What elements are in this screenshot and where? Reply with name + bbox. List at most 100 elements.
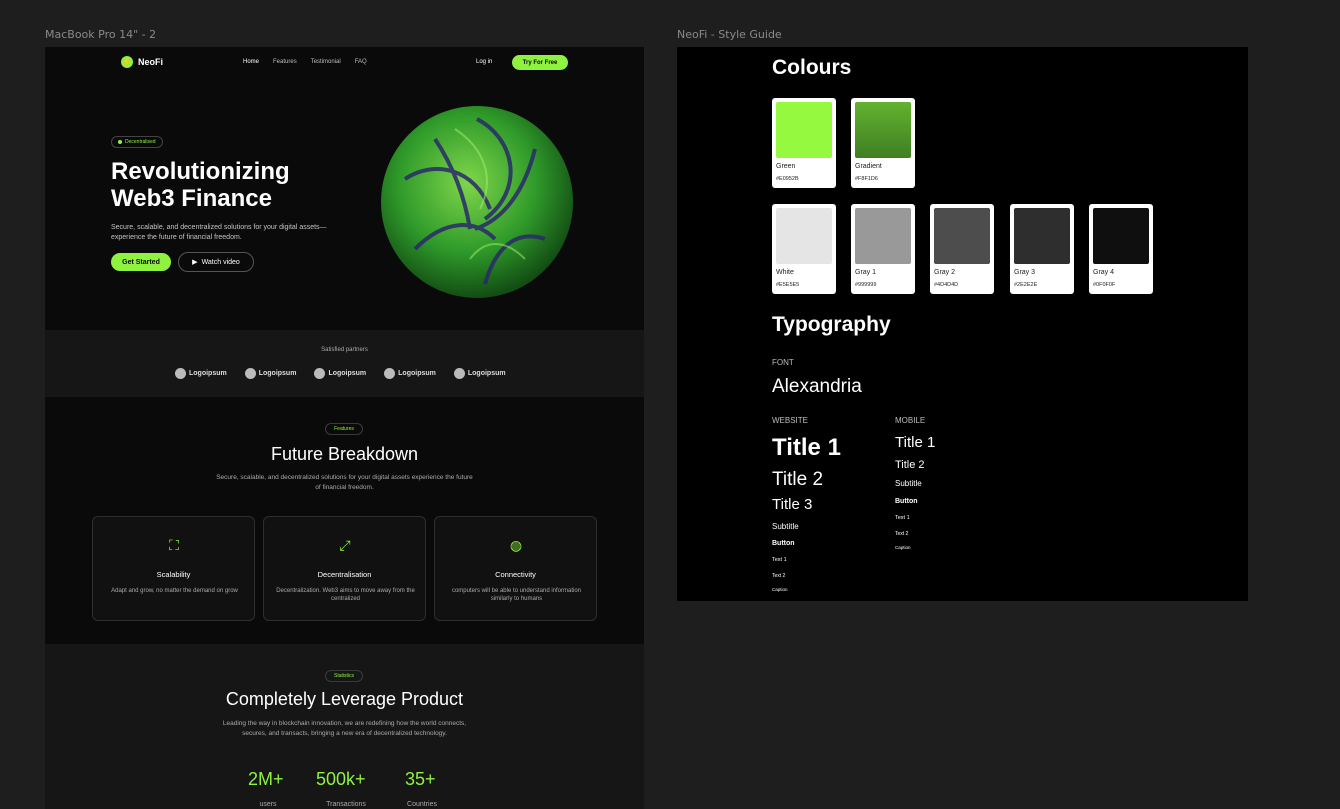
swatch-hex: #E5E5E5 <box>776 282 800 288</box>
swatch-gray-3[interactable]: Gray 3 #2E2E2E <box>1010 204 1074 294</box>
swatch-green[interactable]: Green #E0952B <box>772 98 836 188</box>
swatch-hex: #999999 <box>855 282 877 288</box>
partner-logo-text: Logoipsum <box>467 370 506 377</box>
mobile-button: Button <box>895 498 918 505</box>
features-pill: Features <box>325 423 363 435</box>
colours-heading: Colours <box>772 56 852 79</box>
typography-heading: Typography <box>772 313 891 336</box>
feature-card-desc: Adapt and grow, no matter the demand on … <box>111 588 238 594</box>
hero-subtitle: Secure, scalable, and decentralized solu… <box>111 224 327 241</box>
nav-links: Home Features Testimonial FAQ <box>243 59 367 65</box>
logoipsum-icon <box>314 368 326 379</box>
mobile-caption: Caption <box>895 545 911 550</box>
website-caption: Caption <box>772 587 788 592</box>
stat-value-countries: 35+ <box>405 769 436 789</box>
feature-card-decentralisation[interactable]: ⤢ Decentralisation Decentralization. Web… <box>263 516 426 621</box>
mobile-title-1: Title 1 <box>895 434 936 451</box>
stat-value-transactions: 500k+ <box>316 769 366 789</box>
globe-icon: ◍ <box>509 537 523 553</box>
watch-video-button[interactable]: ▶ Watch video <box>178 252 254 272</box>
logoipsum-icon <box>453 368 465 379</box>
feature-card-desc: computers will be able to understand inf… <box>451 588 582 602</box>
style-guide-frame[interactable]: Colours Green #E0952B Gradient #F8F1D6 W… <box>677 47 1248 601</box>
watch-video-label: Watch video <box>201 258 240 266</box>
swatch-gray-4[interactable]: Gray 4 #0F0F0F <box>1089 204 1153 294</box>
hero-title-line2: Web3 Finance <box>111 185 272 212</box>
partner-logo: Logoipsum <box>314 368 366 379</box>
website-text-2: Text 2 <box>772 573 786 579</box>
nav-link-features[interactable]: Features <box>273 59 297 65</box>
login-link[interactable]: Log in <box>476 59 492 65</box>
swatch-gradient[interactable]: Gradient #F8F1D6 <box>851 98 915 188</box>
play-icon: ▶ <box>192 259 198 266</box>
features-subtitle: Secure, scalable, and decentralized solu… <box>216 474 473 491</box>
hero-badge: Decentralised <box>111 136 163 148</box>
features-title: Future Breakdown <box>270 444 419 464</box>
website-button: Button <box>772 540 795 547</box>
navbar: ⚡ NeoFi Home Features Testimonial FAQ Lo… <box>45 47 644 79</box>
statistics-subtitle: Leading the way in blockchain innovation… <box>222 720 467 737</box>
swatch-name: Gray 2 <box>934 269 956 276</box>
statistics-section: Statistics Completely Leverage Product L… <box>45 644 644 809</box>
swatch-color <box>1093 208 1149 264</box>
feature-card-scalability[interactable]: ⛶ Scalability Adapt and grow, no matter … <box>92 516 255 621</box>
nav-link-testimonial[interactable]: Testimonial <box>311 59 341 65</box>
website-label: WEBSITE <box>772 416 809 425</box>
swatch-color <box>776 208 832 264</box>
swatch-name: Gradient <box>855 163 882 170</box>
logoipsum-icon <box>244 368 256 379</box>
hero-title: Revolutionizing Web3 Finance <box>111 158 341 212</box>
get-started-button[interactable]: Get Started <box>111 253 171 271</box>
website-subtitle: Subtitle <box>772 522 799 531</box>
website-title-1: Title 1 <box>772 434 841 461</box>
stat-label-users: users <box>259 801 277 808</box>
partners-section: Satisfied partners Logoipsum Logoipsum L… <box>45 330 644 397</box>
hero-3d-graphic <box>381 106 573 298</box>
swatch-name: Green <box>776 163 796 170</box>
swatch-color <box>1014 208 1070 264</box>
mobile-label: MOBILE <box>895 416 926 425</box>
swatch-white[interactable]: White #E5E5E5 <box>772 204 836 294</box>
stat-label-countries: Countries <box>407 801 437 808</box>
swatch-name: Gray 1 <box>855 269 877 276</box>
stat-value-users: 2M+ <box>248 769 284 789</box>
feature-card-connectivity[interactable]: ◍ Connectivity computers will be able to… <box>434 516 597 621</box>
statistics-title: Completely Leverage Product <box>225 689 464 709</box>
partner-logo: Logoipsum <box>175 368 227 379</box>
swatch-gray-2[interactable]: Gray 2 #4D4D4D <box>930 204 994 294</box>
swatch-gray-1[interactable]: Gray 1 #999999 <box>851 204 915 294</box>
swatch-color <box>855 102 911 158</box>
landing-frame[interactable]: ⚡ NeoFi Home Features Testimonial FAQ Lo… <box>45 47 644 809</box>
logoipsum-icon <box>384 368 396 379</box>
partner-logo-text: Logoipsum <box>189 370 227 377</box>
swatch-color <box>776 102 832 158</box>
scale-icon: ⛶ <box>169 537 179 553</box>
frame-label-style-guide[interactable]: NeoFi - Style Guide <box>677 28 782 41</box>
hero-title-line1: Revolutionizing <box>111 158 290 185</box>
mobile-title-2: Title 2 <box>895 459 925 471</box>
swatch-name: Gray 4 <box>1093 269 1115 276</box>
font-name: Alexandria <box>772 376 862 397</box>
partner-logo-text: Logoipsum <box>398 370 436 377</box>
swatch-color <box>934 208 990 264</box>
swatch-name: White <box>776 269 794 276</box>
partner-logo: Logoipsum <box>453 368 506 379</box>
mobile-text-1: Text 1 <box>895 515 910 521</box>
dot-icon <box>118 140 122 144</box>
frame-label-macbook[interactable]: MacBook Pro 14" - 2 <box>45 28 156 41</box>
mobile-subtitle: Subtitle <box>895 479 922 488</box>
nav-link-home[interactable]: Home <box>243 59 259 65</box>
try-free-button[interactable]: Try For Free <box>512 55 568 70</box>
swatch-hex: #4D4D4D <box>934 282 959 288</box>
partner-logos: Logoipsum Logoipsum Logoipsum Logoipsum … <box>175 368 506 379</box>
feature-card-title: Scalability <box>156 570 191 579</box>
nav-link-faq[interactable]: FAQ <box>355 59 367 65</box>
stat-label-transactions: Transactions <box>326 801 366 808</box>
partner-logo: Logoipsum <box>244 368 296 379</box>
partner-logo: Logoipsum <box>384 368 436 379</box>
statistics-pill: Statistics <box>325 670 363 682</box>
feature-card-title: Connectivity <box>495 570 536 579</box>
mobile-text-2: Text 2 <box>895 531 909 537</box>
logo[interactable]: ⚡ NeoFi <box>121 56 163 68</box>
swatch-name: Gray 3 <box>1014 269 1036 276</box>
